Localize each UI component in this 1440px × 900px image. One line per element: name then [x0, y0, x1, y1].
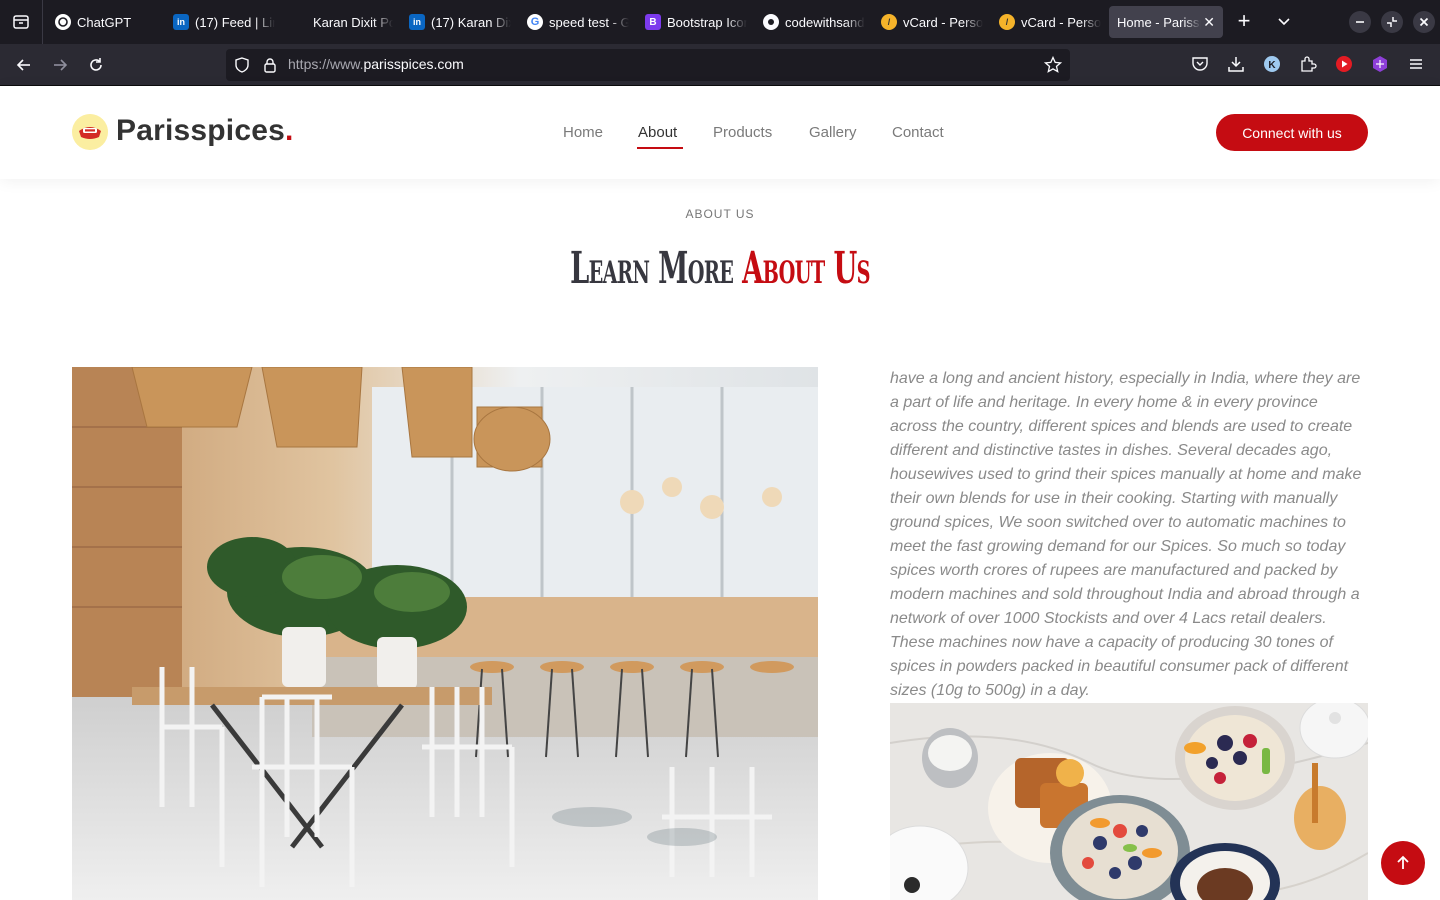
address-bar[interactable]: https://www.parisspices.com [226, 49, 1070, 81]
browser-tab[interactable]: Karan Dixit Portfolio [283, 6, 401, 38]
brand-name[interactable]: Parisspices. [116, 114, 294, 148]
brand-logo[interactable] [72, 114, 108, 150]
linkedin-icon: in [173, 14, 189, 30]
youtube-extension-icon[interactable] [1334, 54, 1354, 74]
arrow-right-icon [54, 59, 68, 71]
bookmark-star-icon[interactable] [1044, 56, 1062, 74]
svg-text:K: K [1268, 60, 1276, 71]
arrow-left-icon [16, 59, 30, 71]
reload-icon [90, 58, 102, 71]
url-text: https://www.parisspices.com [288, 56, 464, 72]
url-domain: parisspices.com [363, 56, 464, 72]
active-nav-indicator [637, 147, 683, 149]
tab-title: vCard - Personal [903, 14, 983, 30]
minimize-button[interactable] [1349, 11, 1371, 33]
tab-title: (17) Karan Dixit [431, 14, 511, 30]
new-tab-icon[interactable]: + [1232, 10, 1256, 34]
browser-tab[interactable]: ChatGPT [47, 6, 165, 38]
firefox-view-icon [13, 15, 29, 29]
arrow-up-icon [1397, 855, 1409, 869]
firefox-view-button[interactable] [0, 0, 43, 44]
close-window-button[interactable] [1413, 11, 1435, 33]
hamburger-menu-icon[interactable] [1406, 54, 1426, 74]
vcard-icon: / [999, 14, 1015, 30]
linkedin-icon: in [409, 14, 425, 30]
restore-button[interactable] [1381, 11, 1403, 33]
account-avatar-icon[interactable]: K [1262, 54, 1282, 74]
chatgpt-icon [55, 14, 71, 30]
browser-tab[interactable]: / vCard - Personal [873, 6, 991, 38]
restaurant-interior-photo [72, 367, 818, 900]
browser-tab[interactable]: codewithsandy [755, 6, 873, 38]
browser-tab[interactable]: / vCard - Personal [991, 6, 1109, 38]
forward-button[interactable] [48, 53, 72, 77]
pocket-icon[interactable] [1190, 54, 1210, 74]
brand-text: Parisspices [116, 114, 285, 147]
url-prefix: https://www. [288, 56, 364, 72]
extensions-puzzle-icon[interactable] [1298, 54, 1318, 74]
section-title-main: Learn More [570, 243, 734, 294]
browser-nav-bar: https://www.parisspices.com K [0, 44, 1440, 86]
shield-icon [235, 57, 249, 73]
nav-gallery[interactable]: Gallery [809, 124, 857, 141]
browser-tab[interactable]: G speed test - Google [519, 6, 637, 38]
breakfast-bowls-photo [890, 703, 1368, 900]
minimize-icon [1356, 21, 1364, 23]
tab-title: vCard - Personal [1021, 14, 1101, 30]
browser-tab[interactable]: in (17) Karan Dixit [401, 6, 519, 38]
nav-home[interactable]: Home [563, 124, 603, 141]
browser-tab-bar: ChatGPT in (17) Feed | LinkedIn Karan Di… [0, 0, 1440, 44]
tab-title: Home - Parisspices [1117, 14, 1201, 30]
tab-title: speed test - Google [549, 14, 629, 30]
nav-products[interactable]: Products [713, 124, 772, 141]
browser-tab[interactable]: in (17) Feed | LinkedIn [165, 6, 283, 38]
nav-about[interactable]: About [638, 124, 677, 141]
chevron-down-icon [1278, 18, 1290, 26]
bootstrap-icon: B [645, 14, 661, 30]
close-tab-icon[interactable]: ✕ [1203, 14, 1215, 31]
nav-contact[interactable]: Contact [892, 124, 944, 141]
section-title-accent: About Us [742, 243, 870, 294]
github-icon [763, 14, 779, 30]
browser-tab[interactable]: B Bootstrap Icons [637, 6, 755, 38]
lock-icon [264, 58, 276, 73]
tab-title: codewithsandy [785, 14, 865, 30]
tab-title: Bootstrap Icons [667, 14, 747, 30]
vcard-icon: / [881, 14, 897, 30]
tab-list-button[interactable] [1272, 10, 1296, 34]
reload-button[interactable] [84, 53, 108, 77]
section-eyebrow: ABOUT US [685, 207, 755, 221]
google-icon: G [527, 14, 543, 30]
back-to-top-button[interactable] [1381, 841, 1425, 885]
section-title: Learn More About Us [274, 243, 1167, 294]
browser-tab-active[interactable]: Home - Parisspices ✕ [1109, 6, 1223, 38]
tab-title: ChatGPT [77, 14, 132, 30]
about-paragraph: have a long and ancient history, especia… [890, 370, 1362, 699]
restore-icon [1387, 17, 1397, 27]
tab-title: (17) Feed | LinkedIn [195, 14, 275, 30]
back-button[interactable] [12, 53, 36, 77]
brand-dot: . [285, 114, 294, 147]
site-header: Parisspices. Home About Products Gallery… [0, 86, 1440, 179]
close-icon [1419, 17, 1429, 27]
downloads-icon[interactable] [1226, 54, 1246, 74]
connect-button[interactable]: Connect with us [1216, 114, 1368, 151]
tab-title: Karan Dixit Portfolio [313, 14, 393, 30]
extension-purple-icon[interactable] [1370, 54, 1390, 74]
blank-icon [291, 14, 307, 30]
